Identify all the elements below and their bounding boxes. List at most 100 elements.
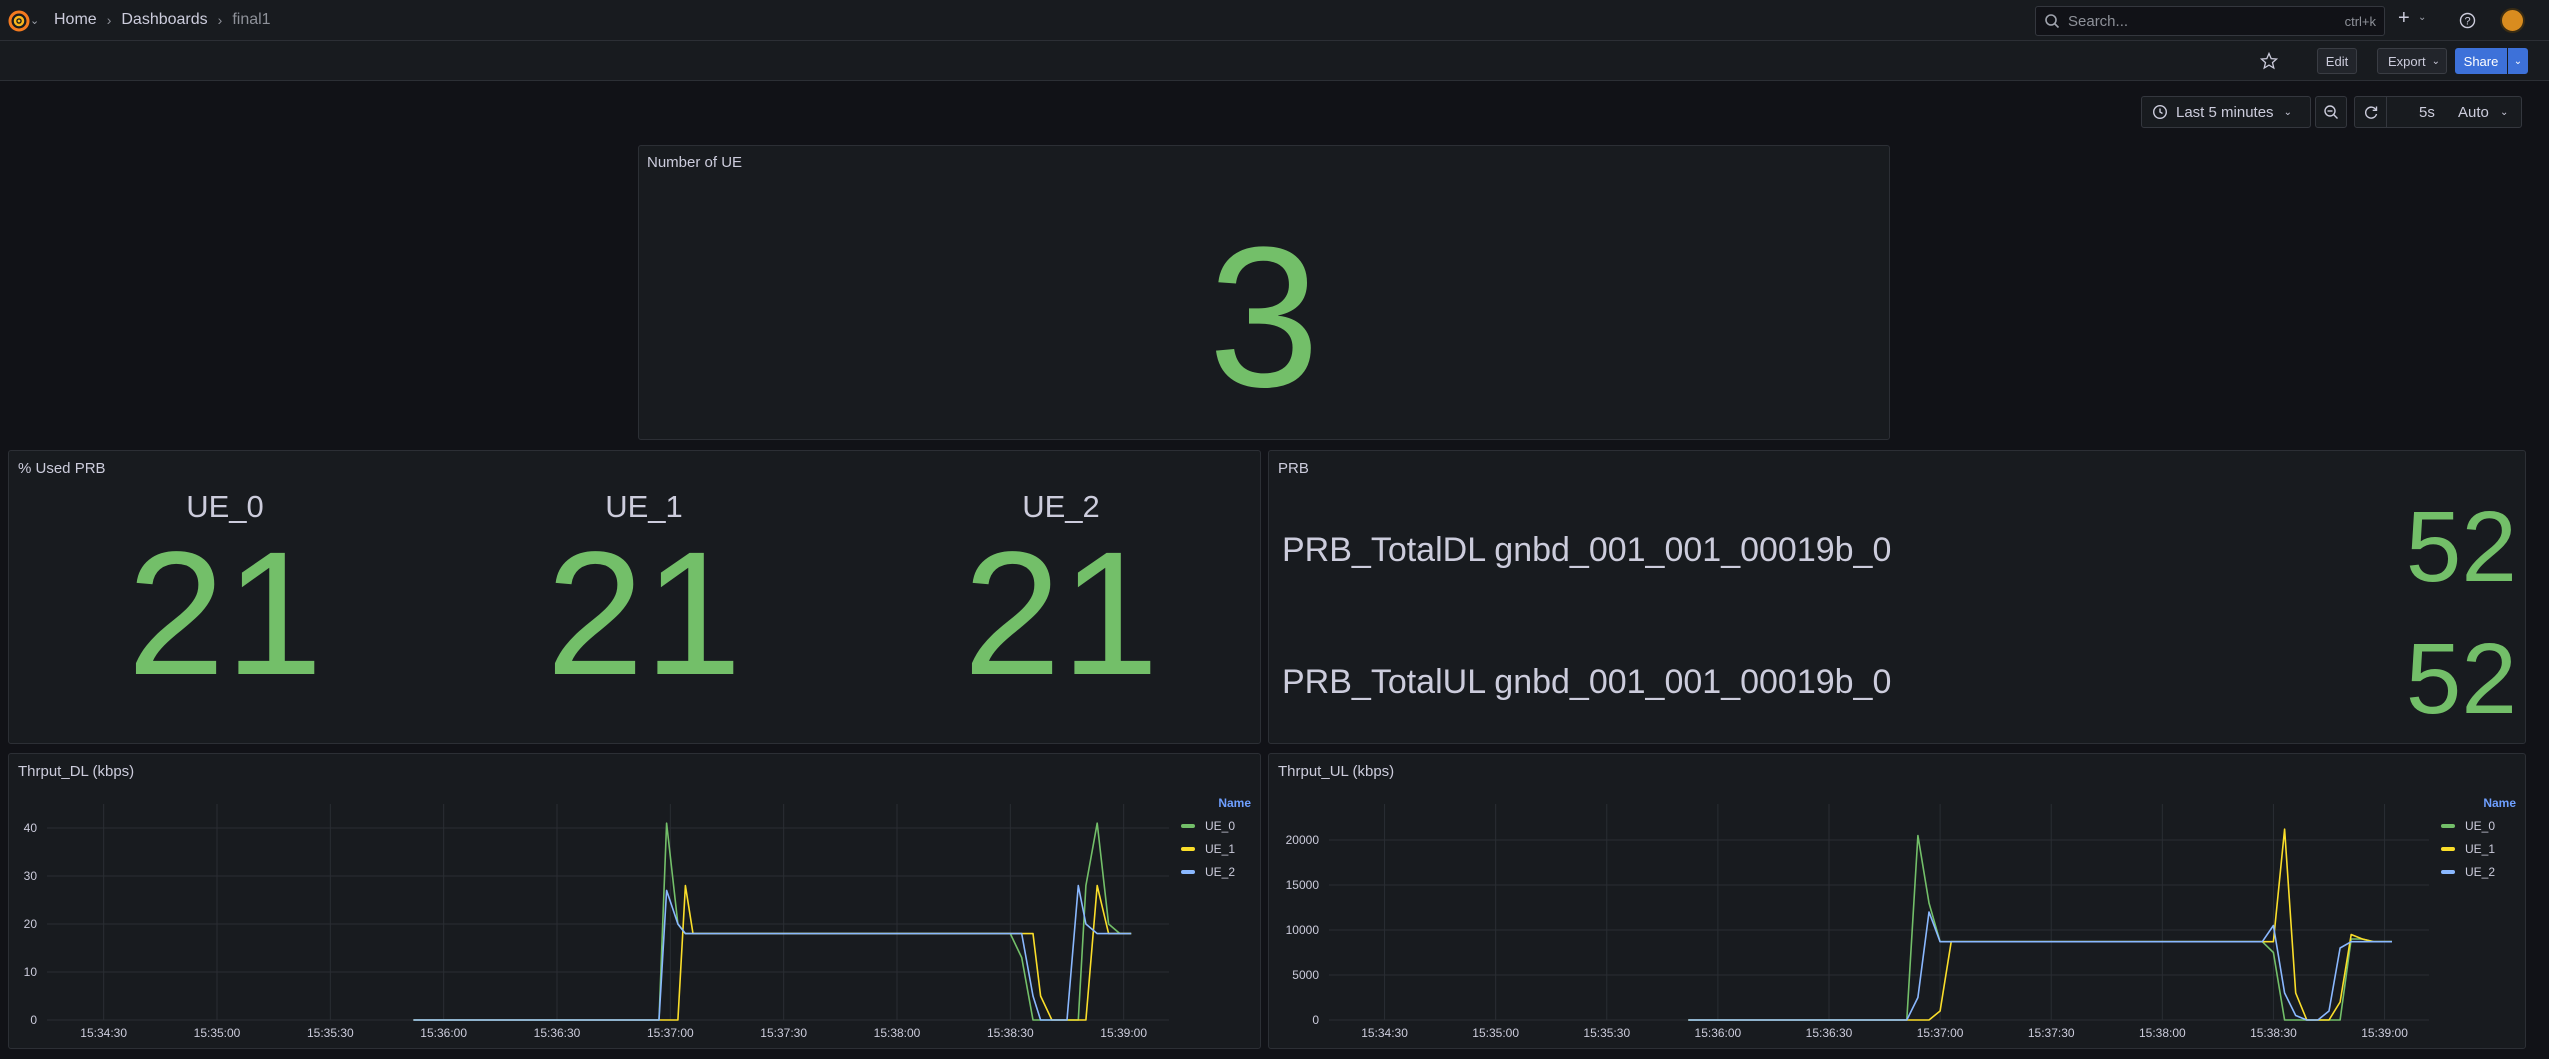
y-tick-label: 30	[24, 869, 38, 883]
panel-thrput-ul[interactable]: Thrput_UL (kbps) 0 5000 10000 15000 20000 15:…	[1268, 753, 2526, 1049]
x-tick-label: 15:37:00	[1917, 1026, 1964, 1040]
prb-row-ul: PRB_TotalUL gnbd_001_001_00019b_0 52	[1282, 629, 2517, 729]
y-tick-label: 20	[24, 917, 38, 931]
refresh-picker: 5s Auto ⌄	[2354, 96, 2522, 128]
legend-item[interactable]: UE_1	[2441, 842, 2516, 856]
help-icon[interactable]: ?	[2459, 12, 2476, 29]
series-swatch	[2441, 847, 2455, 851]
y-tick-label: 5000	[1292, 968, 1319, 982]
breadcrumb: Home › Dashboards › final1	[54, 11, 271, 29]
export-button[interactable]: Export ⌄	[2377, 48, 2447, 74]
prb-row-dl: PRB_TotalDL gnbd_001_001_00019b_0 52	[1282, 497, 2517, 597]
stat-value: 3	[1208, 206, 1320, 429]
breadcrumb-home[interactable]: Home	[54, 11, 97, 29]
search-placeholder: Search...	[2068, 12, 2129, 30]
series-swatch	[1181, 870, 1195, 874]
panel-thrput-dl[interactable]: Thrput_DL (kbps) 0 10 20 30 40 15:34:30 15:35:…	[8, 753, 1261, 1049]
share-button[interactable]: Share	[2455, 48, 2507, 74]
series-swatch	[1181, 824, 1195, 828]
y-tick-label: 15000	[1286, 878, 1320, 892]
chart-legend: Name UE_0 UE_1 UE_2	[2441, 796, 2516, 879]
legend-label: UE_0	[2465, 819, 2496, 833]
x-tick-label: 15:36:30	[534, 1026, 581, 1040]
panel-used-prb[interactable]: % Used PRB UE_0 21 UE_1 21 UE_2 21	[8, 450, 1261, 744]
legend-label: UE_1	[2465, 842, 2496, 856]
panel-title: PRB	[1278, 460, 1309, 477]
zoom-out-icon	[2324, 105, 2338, 119]
search-shortcut: ctrl+k	[2344, 13, 2376, 29]
legend-header[interactable]: Name	[2441, 796, 2516, 810]
panel-title: Number of UE	[647, 154, 743, 171]
breadcrumb-dashboards[interactable]: Dashboards	[121, 11, 207, 29]
refresh-button[interactable]	[2355, 97, 2387, 127]
legend-item[interactable]: UE_2	[2441, 865, 2516, 879]
x-tick-label: 15:37:30	[760, 1026, 807, 1040]
series-line-ue-2	[1688, 911, 2392, 1021]
refresh-mode[interactable]: Auto	[2458, 104, 2489, 121]
panel-number-of-ue[interactable]: Number of UE 3	[638, 145, 1890, 440]
x-tick-label: 15:39:00	[2361, 1026, 2408, 1040]
x-tick-label: 15:34:30	[80, 1026, 127, 1040]
x-tick-label: 15:36:00	[420, 1026, 467, 1040]
legend-label: UE_0	[1205, 819, 1236, 833]
add-icon[interactable]: +	[2398, 7, 2410, 30]
chevron-down-icon: ⌄	[2431, 55, 2440, 67]
export-label: Export	[2388, 53, 2426, 69]
edit-button[interactable]: Edit	[2317, 48, 2357, 74]
legend-label: UE_2	[1205, 865, 1236, 879]
y-tick-label: 0	[1312, 1013, 1319, 1027]
y-tick-label: 0	[30, 1013, 37, 1027]
x-tick-label: 15:34:30	[1361, 1026, 1408, 1040]
series-line-ue-0	[413, 822, 1132, 1021]
y-tick-label: 10	[24, 965, 38, 979]
chart-legend: Name UE_0 UE_1 UE_2	[1181, 796, 1251, 879]
avatar[interactable]	[2500, 8, 2525, 33]
x-tick-label: 15:38:30	[987, 1026, 1034, 1040]
panel-prb[interactable]: PRB PRB_TotalDL gnbd_001_001_00019b_0 52…	[1268, 450, 2526, 744]
x-tick-label: 15:35:30	[307, 1026, 354, 1040]
chevron-right-icon: ›	[106, 12, 112, 28]
search-input[interactable]: Search... ctrl+k	[2035, 6, 2385, 36]
thrput-ul-chart[interactable]: 0 5000 10000 15000 20000 15:34:30 15:35:00 15:3…	[1269, 754, 2449, 1050]
stat-ue-0: UE_0 21	[105, 487, 345, 712]
chevron-right-icon: ›	[217, 12, 223, 28]
x-tick-label: 15:38:00	[874, 1026, 921, 1040]
zoom-out-button[interactable]	[2315, 96, 2347, 128]
legend-item[interactable]: UE_2	[1181, 865, 1251, 879]
x-tick-label: 15:37:00	[647, 1026, 694, 1040]
stat-value: 21	[127, 516, 323, 712]
chevron-down-icon[interactable]: ⌄	[30, 14, 39, 27]
time-range-picker[interactable]: Last 5 minutes ⌄	[2141, 96, 2311, 128]
legend-header[interactable]: Name	[1181, 796, 1251, 810]
y-tick-label: 10000	[1286, 923, 1320, 937]
x-tick-label: 15:38:30	[2250, 1026, 2297, 1040]
stat-label: PRB_TotalDL gnbd_001_001_00019b_0	[1282, 531, 1892, 569]
svg-text:?: ?	[2464, 16, 2470, 28]
y-tick-label: 40	[24, 821, 38, 835]
breadcrumb-current: final1	[232, 11, 271, 28]
x-tick-label: 15:35:00	[1472, 1026, 1519, 1040]
grafana-logo-icon[interactable]	[7, 9, 31, 33]
chevron-down-icon: ⌄	[2283, 106, 2292, 118]
chevron-down-icon[interactable]: ⌄	[2500, 107, 2508, 118]
time-range-label: Last 5 minutes	[2176, 103, 2274, 121]
top-navbar: ⌄ Home › Dashboards › final1 Search... c…	[0, 0, 2549, 41]
legend-item[interactable]: UE_0	[2441, 819, 2516, 833]
x-tick-label: 15:38:00	[2139, 1026, 2186, 1040]
stat-label: PRB_TotalUL gnbd_001_001_00019b_0	[1282, 663, 1892, 701]
star-icon[interactable]	[2260, 52, 2278, 70]
x-tick-label: 15:36:00	[1695, 1026, 1742, 1040]
stat-value: 52	[2405, 623, 2517, 735]
stat-ue-1: UE_1 21	[524, 487, 764, 712]
y-tick-label: 20000	[1286, 833, 1320, 847]
clock-icon	[2152, 104, 2168, 120]
series-line-ue-2	[413, 884, 1132, 1021]
thrput-dl-chart[interactable]: 0 10 20 30 40 15:34:30 15:35:00 15:35:30 15:36:0…	[9, 754, 1189, 1050]
stat-value: 21	[546, 516, 742, 712]
legend-item[interactable]: UE_1	[1181, 842, 1251, 856]
x-tick-label: 15:37:30	[2028, 1026, 2075, 1040]
legend-item[interactable]: UE_0	[1181, 819, 1251, 833]
chevron-down-icon[interactable]: ⌄	[2418, 12, 2426, 23]
share-menu-chevron-icon[interactable]: ⌄	[2508, 48, 2528, 74]
refresh-interval[interactable]: 5s	[2419, 104, 2435, 121]
